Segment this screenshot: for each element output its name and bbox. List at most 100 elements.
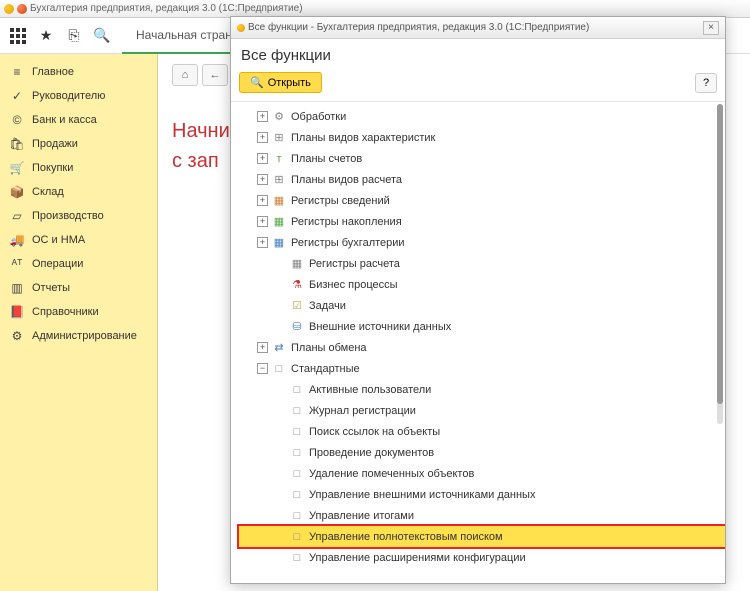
modal-toolbar: 🔍 Открыть ? <box>231 68 725 101</box>
tree-item-label: Планы обмена <box>291 342 367 354</box>
tree-item-icon: ▦ <box>290 257 304 271</box>
search-button[interactable]: 🔍 <box>90 24 114 48</box>
sidebar-item-0[interactable]: ≡Главное <box>0 60 157 84</box>
home-button[interactable]: ⌂ <box>172 64 198 86</box>
star-icon: ★ <box>40 27 53 44</box>
open-button[interactable]: 🔍 Открыть <box>239 72 322 93</box>
back-icon: ← <box>210 69 221 81</box>
sidebar-item-label: Банк и касса <box>32 114 97 126</box>
help-button[interactable]: ? <box>695 73 717 93</box>
tree-row[interactable]: □ Управление внешними источниками данных <box>239 484 725 505</box>
tree-row[interactable]: □Проведение документов <box>239 442 725 463</box>
sidebar-item-8[interactable]: ᴬᵀОперации <box>0 252 157 276</box>
tree-expander[interactable]: + <box>257 132 268 143</box>
tree-expander[interactable]: − <box>257 363 268 374</box>
tree-item-icon: □ <box>290 488 304 502</box>
tree-item-icon: □ <box>290 425 304 439</box>
tree-row[interactable]: □Активные пользователи <box>239 379 725 400</box>
tree-expander[interactable]: + <box>257 342 268 353</box>
back-button[interactable]: ← <box>202 64 228 86</box>
tree-item-icon: □ <box>290 446 304 460</box>
sidebar-item-7[interactable]: 🚚ОС и НМА <box>0 228 157 252</box>
tree-item-icon: ☑ <box>290 299 304 313</box>
tree-row[interactable]: +⊞Планы видов характеристик <box>239 127 725 148</box>
grid-icon <box>10 28 26 44</box>
sidebar-item-10[interactable]: 📕Справочники <box>0 300 157 324</box>
tree-expander[interactable]: + <box>257 195 268 206</box>
tree-row[interactable]: +▦Регистры бухгалтерии <box>239 232 725 253</box>
favorites-button[interactable]: ★ <box>34 24 58 48</box>
tree-item-label: Обработки <box>291 111 346 123</box>
tree-item-icon: ⛁ <box>290 320 304 334</box>
sidebar-item-label: Производство <box>32 210 104 222</box>
tree-row[interactable]: +тПланы счетов <box>239 148 725 169</box>
gear-icon: ⚙ <box>10 329 24 343</box>
tree-row[interactable]: ⚗Бизнес процессы <box>239 274 725 295</box>
modal-title: Все функции - Бухгалтерия предприятия, р… <box>248 22 589 33</box>
close-button[interactable]: × <box>703 21 719 35</box>
tree-item-label: Регистры бухгалтерии <box>291 237 405 249</box>
tree-item-label: Регистры сведений <box>291 195 390 207</box>
sidebar-item-label: Покупки <box>32 162 73 174</box>
chart-icon: ✓ <box>10 89 24 103</box>
tree-expander[interactable]: + <box>257 111 268 122</box>
tree-row[interactable]: □ Удаление помеченных объектов <box>239 463 725 484</box>
tree-row[interactable]: □Журнал регистрации <box>239 400 725 421</box>
scrollbar-thumb[interactable] <box>717 104 723 404</box>
modal-titlebar[interactable]: Все функции - Бухгалтерия предприятия, р… <box>231 17 725 39</box>
tree-row[interactable]: □ Управление расширениями конфигурации <box>239 547 725 568</box>
apps-grid-button[interactable] <box>6 24 30 48</box>
cart-icon: 🛒 <box>10 161 24 175</box>
tree-item-icon: □ <box>290 467 304 481</box>
help-icon: ? <box>703 77 709 89</box>
sidebar-item-label: Операции <box>32 258 83 270</box>
tree-item-icon: ⚗ <box>290 278 304 292</box>
tree-expander[interactable]: + <box>257 237 268 248</box>
tree-item-icon: ▦ <box>272 194 286 208</box>
tree-row[interactable]: □Управление полнотекстовым поиском <box>239 526 725 547</box>
function-tree[interactable]: +⚙Обработки+⊞Планы видов характеристик+т… <box>231 101 725 583</box>
book-icon: 📕 <box>10 305 24 319</box>
tree-row[interactable]: □Управление итогами <box>239 505 725 526</box>
tree-row[interactable]: ⛁ Внешние источники данных <box>239 316 725 337</box>
truck-icon: 🚚 <box>10 233 24 247</box>
tree-expander[interactable]: + <box>257 174 268 185</box>
tree-item-icon: □ <box>290 551 304 565</box>
sidebar-item-1[interactable]: ✓Руководителю <box>0 84 157 108</box>
tree-row[interactable]: □Поиск ссылок на объекты <box>239 421 725 442</box>
sidebar: ≡Главное✓Руководителю©Банк и касса🛍Прода… <box>0 54 158 591</box>
tree-row[interactable]: −□ Стандартные <box>239 358 725 379</box>
sidebar-item-3[interactable]: 🛍Продажи <box>0 132 157 156</box>
tree-row[interactable]: +⚙Обработки <box>239 106 725 127</box>
tree-item-label: Задачи <box>309 300 346 312</box>
search-icon: 🔍 <box>250 76 264 89</box>
tree-row[interactable]: +⇄Планы обмена <box>239 337 725 358</box>
tree-row[interactable]: +⊞Планы видов расчета <box>239 169 725 190</box>
tree-expander[interactable]: + <box>257 216 268 227</box>
tree-item-icon: □ <box>272 362 286 376</box>
sidebar-item-5[interactable]: 📦Склад <box>0 180 157 204</box>
tree-item-label: Управление итогами <box>309 510 414 522</box>
history-button[interactable]: ⎘ <box>62 24 86 48</box>
sidebar-item-11[interactable]: ⚙Администрирование <box>0 324 157 348</box>
tree-row[interactable]: ☑ Задачи <box>239 295 725 316</box>
tree-expander[interactable]: + <box>257 153 268 164</box>
tree-row[interactable]: ▦Регистры расчета <box>239 253 725 274</box>
sidebar-item-9[interactable]: ▥Отчеты <box>0 276 157 300</box>
menu-icon: ≡ <box>10 65 24 79</box>
tree-item-icon: ⊞ <box>272 131 286 145</box>
tree-item-label: Управление полнотекстовым поиском <box>309 531 503 543</box>
tree-row[interactable]: +▦Регистры накопления <box>239 211 725 232</box>
tree-item-label: Стандартные <box>291 363 360 375</box>
scrollbar[interactable] <box>717 104 723 424</box>
tree-row[interactable]: + ▦ Регистры сведений <box>239 190 725 211</box>
sidebar-item-label: Продажи <box>32 138 78 150</box>
sidebar-item-4[interactable]: 🛒 Покупки <box>0 156 157 180</box>
tree-item-label: Внешние источники данных <box>309 321 451 333</box>
tree-item-label: Удаление помеченных объектов <box>309 468 474 480</box>
tree-item-label: Управление расширениями конфигурации <box>309 552 526 564</box>
tree-item-label: Управление внешними источниками данных <box>309 489 535 501</box>
sidebar-item-2[interactable]: ©Банк и касса <box>0 108 157 132</box>
sidebar-item-6[interactable]: ▱Производство <box>0 204 157 228</box>
home-icon: ⌂ <box>182 69 189 81</box>
